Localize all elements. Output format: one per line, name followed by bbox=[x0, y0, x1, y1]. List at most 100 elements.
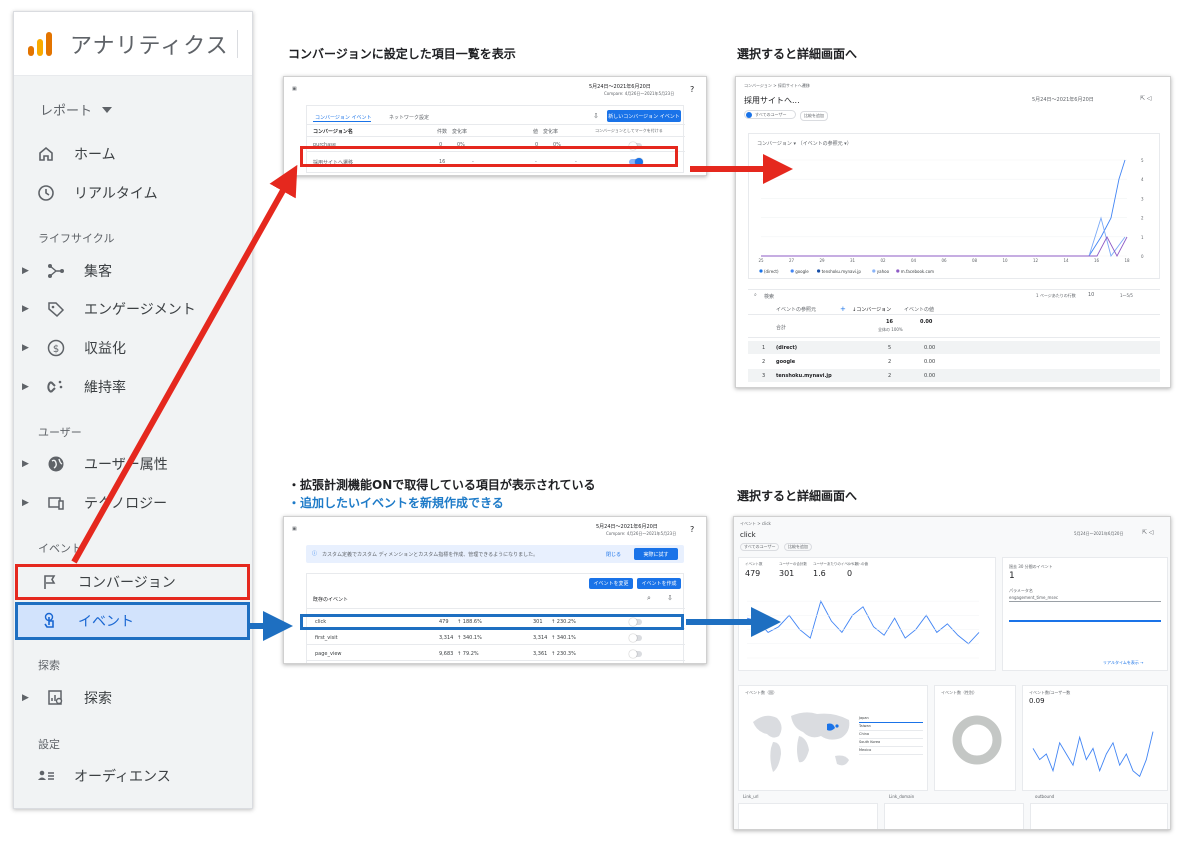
realtime-card: 過去 30 分間のイベント 1 パラメータ名 engagement_time_m… bbox=[1002, 557, 1168, 671]
segment-chip[interactable]: すべてのユーザー bbox=[740, 543, 780, 551]
table-row[interactable]: 1 (direct) 5 0.00 bbox=[748, 341, 1160, 354]
download-icon[interactable]: ⇩ bbox=[593, 112, 599, 120]
add-comparison-button[interactable]: 比較を追加 bbox=[800, 111, 828, 121]
nav-item-realtime[interactable]: リアルタイム bbox=[14, 175, 252, 211]
x-tick-label: 10 bbox=[1002, 258, 1008, 263]
clock-icon bbox=[36, 183, 56, 203]
info-close-button[interactable]: 閉じる bbox=[606, 551, 621, 558]
create-event-button[interactable]: イベントを作成 bbox=[637, 578, 681, 589]
segment-chip[interactable]: すべてのユーザー bbox=[744, 110, 796, 119]
tag-icon bbox=[46, 299, 66, 319]
nav-item-audience[interactable]: オーディエンス bbox=[14, 758, 252, 794]
analytics-logo-icon[interactable] bbox=[28, 31, 52, 56]
help-icon[interactable]: ? bbox=[690, 525, 694, 534]
magnet-icon bbox=[46, 377, 66, 397]
ratio-card: イベント数/ユーザー数 0.09 bbox=[1022, 685, 1168, 791]
table-row[interactable]: first_visit 3,314 ↑ 340.1% 3,314 ↑ 340.1% bbox=[307, 630, 685, 645]
nav-item-acquisition[interactable]: ▶ 集客 bbox=[14, 253, 252, 289]
row-value: 0.00 bbox=[924, 387, 935, 388]
nav-label: テクノロジー bbox=[84, 496, 168, 512]
col-event-source[interactable]: イベントの参照元 bbox=[776, 306, 816, 313]
tab-conversion-events[interactable]: コンバージョン イベント bbox=[315, 114, 372, 121]
expand-arrow-icon[interactable]: ▶ bbox=[22, 382, 32, 392]
expand-arrow-icon[interactable]: ▶ bbox=[22, 304, 32, 314]
nav-item-monetization[interactable]: ▶ $ 収益化 bbox=[14, 330, 252, 366]
header-divider bbox=[237, 30, 238, 58]
nav-item-engagement[interactable]: ▶ エンゲージメント bbox=[14, 291, 252, 327]
nav-item-explore[interactable]: ▶ 探索 bbox=[14, 680, 252, 716]
conversion-toggle[interactable] bbox=[629, 634, 642, 642]
new-conversion-button[interactable]: 新しいコンバージョン イベント bbox=[607, 110, 681, 122]
y-tick-label: 2 bbox=[1141, 216, 1144, 221]
table-row[interactable]: 4 yahoo 2 0.00 bbox=[748, 383, 1160, 388]
report-dropdown[interactable]: レポート bbox=[40, 100, 113, 119]
nav-item-retention[interactable]: ▶ 維持率 bbox=[14, 369, 252, 405]
bottom-card-2: Link_domain bbox=[884, 794, 1024, 829]
pagination[interactable]: 1〜5/5 bbox=[1120, 293, 1133, 299]
sidebar-header: アナリティクス bbox=[14, 12, 252, 76]
search-input[interactable]: 検索 bbox=[764, 293, 774, 300]
y-tick-label: 0 bbox=[1141, 254, 1144, 259]
nav-item-conversion[interactable]: コンバージョン bbox=[15, 564, 250, 600]
gender-card: イベント数（性別） bbox=[934, 685, 1016, 791]
share-icon[interactable]: ⇱ ◁ bbox=[1140, 95, 1152, 102]
col-conversion-name[interactable]: コンバージョン名 bbox=[313, 128, 353, 135]
date-range[interactable]: 5月24日～2021年6月20日 bbox=[589, 83, 651, 90]
map-title: イベント数（国） bbox=[745, 690, 777, 695]
row-source: tenshoku.mynavi.jp bbox=[776, 373, 832, 379]
conversion-toggle[interactable] bbox=[629, 650, 642, 658]
col-value-change[interactable]: 変化率 bbox=[543, 128, 558, 135]
table-row[interactable]: 2 google 2 0.00 bbox=[748, 355, 1160, 368]
try-it-button[interactable]: 実際に試す bbox=[634, 548, 678, 560]
help-icon[interactable]: ? bbox=[690, 85, 694, 94]
tab-network-settings[interactable]: ネットワーク設定 bbox=[389, 114, 429, 121]
table-row[interactable]: 3 tenshoku.mynavi.jp 2 0.00 bbox=[748, 369, 1160, 382]
country-name: South Korea bbox=[859, 740, 881, 744]
row-source: (direct) bbox=[776, 345, 798, 351]
param-select[interactable]: engagement_time_msec bbox=[1009, 595, 1161, 602]
col-conversions[interactable]: ↓コンバージョン bbox=[852, 306, 891, 313]
country-name: China bbox=[859, 732, 869, 736]
row-value: 0.00 bbox=[924, 359, 936, 365]
realtime-label: 過去 30 分間のイベント bbox=[1009, 564, 1053, 569]
col-value[interactable]: 値 bbox=[533, 128, 538, 135]
modify-event-button[interactable]: イベントを変更 bbox=[589, 578, 633, 589]
event-users-change: ↑ 230.3% bbox=[551, 651, 576, 657]
series-line-direct bbox=[761, 159, 1126, 257]
col-count[interactable]: 件数 bbox=[437, 128, 447, 135]
download-icon[interactable]: ⇩ bbox=[667, 594, 673, 602]
event-users: 3,314 bbox=[533, 635, 548, 641]
add-comparison-button[interactable]: 比較を追加 bbox=[784, 543, 812, 551]
row-source: yahoo bbox=[776, 387, 793, 388]
search-icon[interactable]: ⌕ bbox=[754, 292, 757, 298]
row-conversions: 2 bbox=[888, 373, 892, 379]
date-range[interactable]: 5月24日～2021年6月20日 bbox=[596, 523, 658, 530]
col-event-value[interactable]: イベントの値 bbox=[904, 306, 934, 313]
realtime-link[interactable]: リアルタイムを表示 → bbox=[1103, 660, 1144, 666]
col-change[interactable]: 変化率 bbox=[452, 128, 467, 135]
date-range[interactable]: 5月24日～2021年6月20日 bbox=[1074, 531, 1123, 537]
date-range[interactable]: 5月24日～2021年6月20日 bbox=[1032, 96, 1094, 103]
heading-detail-bottom: 選択すると詳細画面へ bbox=[737, 489, 858, 503]
breadcrumb[interactable]: イベント > click bbox=[740, 521, 771, 527]
series-line-ratio bbox=[1032, 731, 1154, 778]
expand-arrow-icon[interactable]: ▶ bbox=[22, 343, 32, 353]
x-tick-label: 25 bbox=[758, 258, 764, 263]
flag-icon bbox=[40, 572, 60, 592]
nav-item-user-attributes[interactable]: ▶ ユーザー属性 bbox=[14, 446, 252, 482]
nav-item-home[interactable]: ホーム bbox=[14, 136, 252, 172]
breadcrumb[interactable]: コンバージョン > 採用サイトへ遷移 bbox=[744, 83, 810, 89]
share-icon[interactable]: ⇱ ◁ bbox=[1142, 529, 1154, 536]
add-dimension-icon[interactable]: + bbox=[840, 305, 846, 313]
nav-item-events[interactable]: イベント bbox=[15, 602, 250, 640]
row-index: 2 bbox=[762, 359, 766, 365]
expand-arrow-icon[interactable]: ▶ bbox=[22, 266, 32, 276]
expand-arrow-icon[interactable]: ▶ bbox=[22, 459, 32, 469]
expand-arrow-icon[interactable]: ▶ bbox=[22, 693, 32, 703]
nav-label: ホーム bbox=[74, 147, 116, 163]
table-row[interactable]: page_view 9,683 ↑ 79.2% 3,361 ↑ 230.3% bbox=[307, 646, 685, 661]
nav-item-technology[interactable]: ▶ テクノロジー bbox=[14, 485, 252, 521]
expand-arrow-icon[interactable]: ▶ bbox=[22, 498, 32, 508]
rows-per-page-select[interactable]: 10 bbox=[1088, 292, 1094, 298]
search-icon[interactable]: ⌕ bbox=[647, 594, 651, 603]
